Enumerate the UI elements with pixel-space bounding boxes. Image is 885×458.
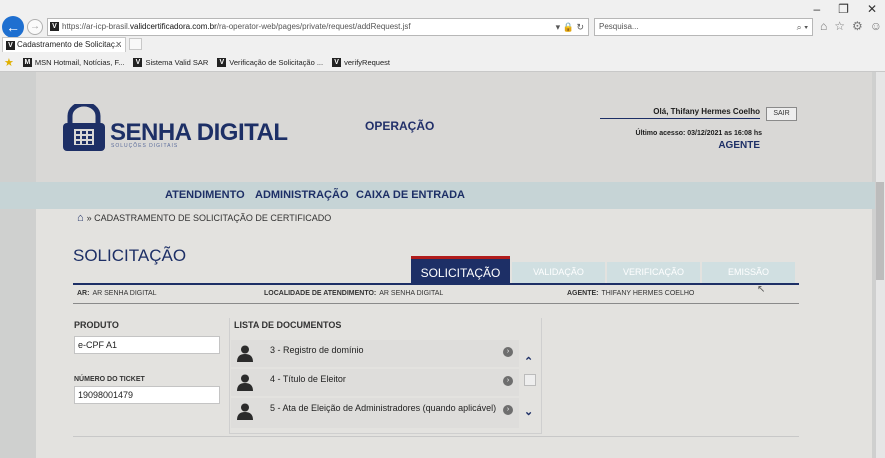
address-actions: ▾ 🔒 ↻ [556, 19, 584, 35]
select-arrow-icon[interactable]: › [503, 347, 513, 357]
document-row[interactable]: 3 - Registro de domínio › [231, 340, 519, 367]
address-prefix: https://ar-icp-brasil. [62, 22, 131, 31]
page-title: SOLICITAÇÃO [73, 246, 187, 265]
lock-logo-icon [63, 104, 105, 151]
browser-tab[interactable]: V Cadastramento de Solicitaç... ✕ [2, 37, 126, 52]
tabs-underline [73, 283, 799, 285]
document-row[interactable]: 4 - Título de Eleitor › [231, 369, 519, 396]
document-name: 3 - Registro de domínio [270, 345, 364, 355]
favorite-label: verifyRequest [344, 57, 390, 67]
document-row[interactable]: 5 - Ata de Eleição de Administradores (q… [231, 398, 519, 428]
step-tab-solicitacao[interactable]: SOLICITAÇÃO [411, 256, 510, 283]
info-localidade: LOCALIDADE DE ATENDIMENTO: AR SENHA DIGIT… [264, 290, 443, 297]
breadcrumb: ⌂ » CADASTRAMENTO DE SOLICITAÇÃO DE CERT… [77, 212, 331, 224]
last-access-text: Último acesso: 03/12/2021 as 16:08 hs [635, 130, 762, 137]
minimize-button[interactable]: – [813, 2, 820, 16]
info-ar: AR: AR SENHA DIGITAL [77, 290, 157, 297]
window-controls: – ❐ ✕ [813, 2, 877, 16]
user-role: AGENTE [718, 140, 760, 151]
search-placeholder: Pesquisa... [599, 22, 639, 31]
scroll-up-chevron-icon[interactable]: ⌃ [524, 355, 533, 368]
back-button[interactable]: ← [2, 16, 24, 38]
mouse-cursor-icon: ↖ [757, 284, 766, 295]
new-tab-button[interactable] [129, 38, 142, 50]
nav-item-administracao[interactable]: ADMINISTRAÇÃO [255, 189, 349, 201]
favorite-label: MSN Hotmail, Notícias, F... [34, 57, 125, 67]
search-input[interactable]: Pesquisa... ⌕ ▾ [594, 18, 813, 36]
msn-favicon-icon: M [22, 57, 32, 67]
favorite-item-verificacao[interactable]: V Verificação de Solicitação ... [217, 57, 324, 67]
step-tab-emissao[interactable]: EMISSÃO [702, 262, 795, 283]
address-domain: validcertificadora.com.br [130, 22, 217, 31]
favorites-star-icon[interactable]: ★ [4, 56, 14, 69]
content-divider [73, 436, 799, 437]
close-button[interactable]: ✕ [867, 2, 877, 16]
info-localidade-value: AR SENHA DIGITAL [379, 290, 444, 297]
select-arrow-icon[interactable]: › [503, 376, 513, 386]
home-icon[interactable]: ⌂ [77, 212, 84, 224]
info-agente-value: THIFANY HERMES COELHO [601, 290, 695, 297]
product-field[interactable]: e-CPF A1 [74, 336, 220, 354]
favorite-label: Sistema Valid SAR [145, 57, 209, 67]
info-ar-label: AR: [77, 290, 90, 297]
browser-chrome: – ❐ ✕ ← → V https://ar-icp-brasil.validc… [0, 0, 885, 72]
valid-favicon-icon: V [217, 57, 227, 67]
breadcrumb-text: » CADASTRAMENTO DE SOLICITAÇÃO DE CERTIF… [86, 213, 332, 223]
document-scroll-track[interactable] [524, 374, 536, 386]
info-divider [73, 303, 799, 304]
valid-favicon-icon: V [133, 57, 143, 67]
info-localidade-label: LOCALIDADE DE ATENDIMENTO: [264, 290, 377, 297]
settings-gear-icon[interactable]: ⚙ [852, 19, 863, 33]
site-favicon-icon: V [50, 22, 59, 31]
back-arrow-icon: ← [6, 19, 20, 35]
user-greeting: Olá, Thifany Hermes Coelho [600, 107, 760, 119]
refresh-icon[interactable]: ↻ [576, 22, 584, 32]
logout-button[interactable]: SAIR [766, 107, 797, 121]
documents-title: LISTA DE DOCUMENTOS [234, 320, 342, 330]
info-agente-label: AGENTE: [567, 290, 599, 297]
nav-item-caixa-de-entrada[interactable]: CAIXA DE ENTRADA [356, 189, 465, 201]
person-icon [237, 345, 253, 362]
favorite-label: Verificação de Solicitação ... [229, 57, 324, 67]
search-icon[interactable]: ⌕ ▾ [797, 19, 808, 35]
person-icon [237, 374, 253, 391]
scroll-thumb[interactable] [876, 182, 884, 280]
address-path: /ra-operator-web/pages/private/request/a… [216, 22, 411, 31]
smiley-icon[interactable]: ☺ [870, 19, 882, 33]
page-scrollbar[interactable] [875, 72, 885, 458]
favorite-item-verifyrequest[interactable]: VverifyRequest [332, 57, 390, 67]
select-arrow-icon[interactable]: › [503, 405, 513, 415]
brand-tagline: SOLUÇÕES DIGITAIS [111, 143, 179, 149]
scroll-down-chevron-icon[interactable]: ⌄ [524, 405, 533, 418]
lock-icon[interactable]: 🔒 [563, 22, 574, 32]
person-icon [237, 403, 253, 420]
ticket-label: NÚMERO DO TICKET [74, 376, 145, 383]
favorites-bar: ★ M MSN Hotmail, Notícias, F... V Sistema … [0, 53, 885, 71]
browser-toolbar-icons: ⌂ ☆ ⚙ ☺ [820, 19, 882, 33]
favorite-item-sar[interactable]: V Sistema Valid SAR [133, 57, 209, 67]
valid-favicon-icon: V [332, 57, 342, 67]
document-name: 4 - Título de Eleitor [270, 374, 346, 384]
tab-close-icon[interactable]: ✕ [115, 38, 122, 52]
forward-arrow-icon: → [30, 21, 40, 32]
home-toolbar-icon[interactable]: ⌂ [820, 19, 827, 33]
forward-button[interactable]: → [27, 19, 43, 35]
document-name: 5 - Ata de Eleição de Administradores (q… [270, 403, 497, 413]
favorites-star-icon[interactable]: ☆ [834, 19, 845, 33]
address-bar[interactable]: V https://ar-icp-brasil.validcertificado… [47, 18, 589, 36]
tab-favicon-icon: V [6, 41, 15, 50]
product-label: PRODUTO [74, 320, 119, 330]
dropdown-arrow-icon[interactable]: ▾ [556, 22, 561, 32]
section-label: OPERAÇÃO [365, 119, 435, 133]
info-ar-value: AR SENHA DIGITAL [92, 290, 157, 297]
restore-button[interactable]: ❐ [838, 2, 849, 16]
ticket-field[interactable]: 19098001479 [74, 386, 220, 404]
step-tab-verificacao[interactable]: VERIFICAÇÃO [607, 262, 700, 283]
info-agente: AGENTE: THIFANY HERMES COELHO [567, 290, 694, 297]
step-tab-validacao[interactable]: VALIDAÇÃO [512, 262, 605, 283]
nav-item-atendimento[interactable]: ATENDIMENTO [165, 189, 245, 201]
tab-title: Cadastramento de Solicitaç... [17, 40, 122, 49]
favorite-item-msn[interactable]: M MSN Hotmail, Notícias, F... [22, 57, 125, 67]
